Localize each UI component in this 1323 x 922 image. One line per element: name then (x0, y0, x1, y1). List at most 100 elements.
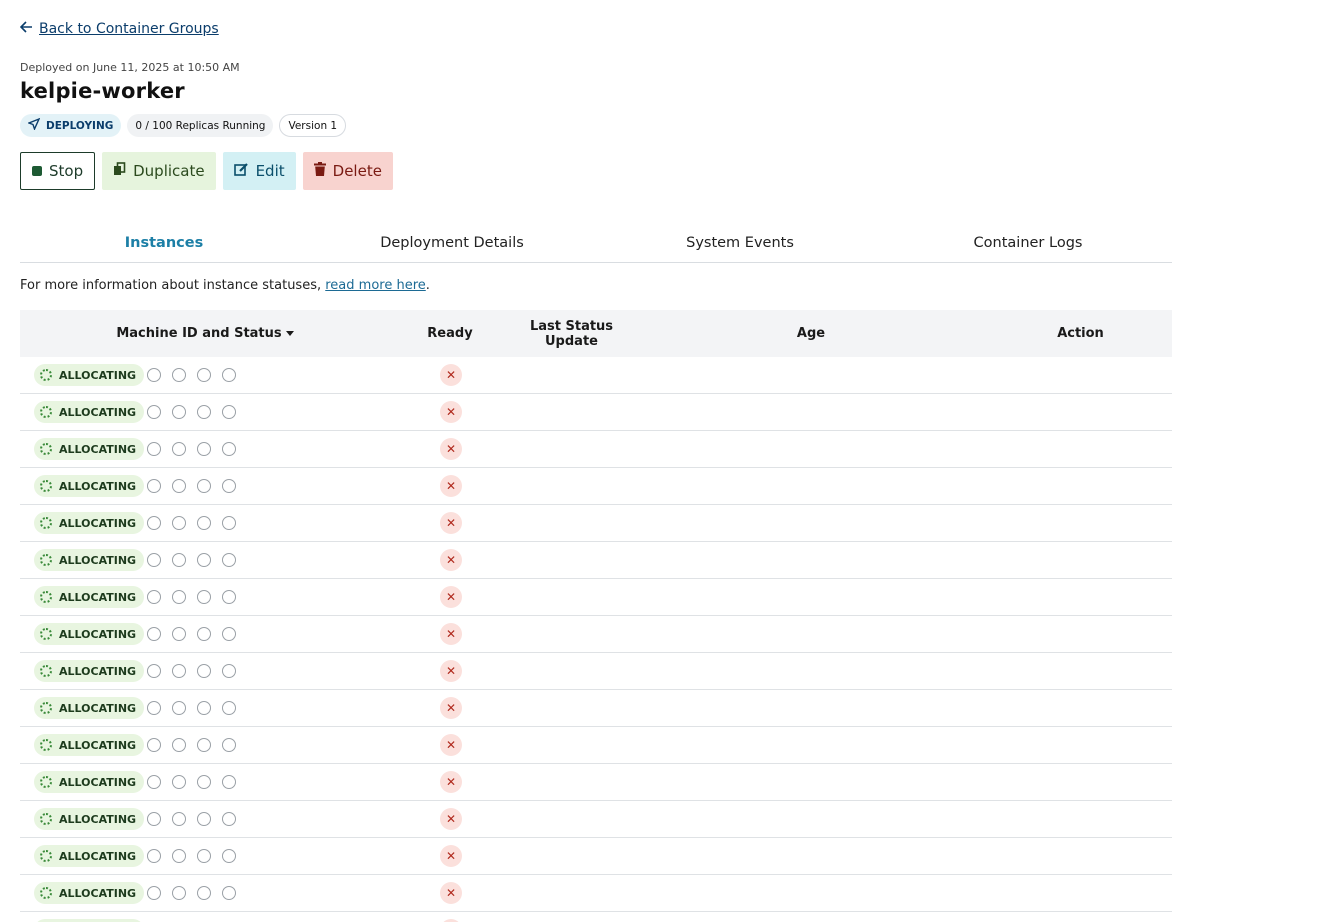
status-label: ALLOCATING (59, 886, 137, 900)
allocating-status-badge: ALLOCATING (34, 845, 145, 867)
deploying-icon (27, 117, 41, 133)
not-ready-x-icon: ✕ (440, 401, 462, 423)
progress-steps (147, 516, 236, 530)
allocating-status-badge: ALLOCATING (34, 660, 145, 682)
table-row: ALLOCATING ✕ (20, 431, 1172, 468)
progress-steps (147, 553, 236, 567)
allocating-status-badge: ALLOCATING (34, 512, 145, 534)
table-row: ALLOCATING ✕ (20, 801, 1172, 838)
column-header-machine-id-label: Machine ID and Status (116, 326, 282, 341)
table-row: ALLOCATING ✕ (20, 616, 1172, 653)
step-circle-icon (197, 405, 211, 419)
step-circle-icon (172, 553, 186, 567)
step-circle-icon (197, 886, 211, 900)
step-circle-icon (197, 442, 211, 456)
not-ready-x-icon: ✕ (440, 845, 462, 867)
status-badges: DEPLOYING 0 / 100 Replicas Running Versi… (20, 114, 347, 137)
step-circle-icon (172, 701, 186, 715)
not-ready-x-icon: ✕ (440, 549, 462, 571)
table-row: ALLOCATING ✕ (20, 505, 1172, 542)
status-label: ALLOCATING (59, 479, 137, 493)
tab-container-logs[interactable]: Container Logs (884, 224, 1172, 262)
progress-steps (147, 442, 236, 456)
step-circle-icon (172, 590, 186, 604)
tab-system-events[interactable]: System Events (596, 224, 884, 262)
step-circle-icon (147, 516, 161, 530)
duplicate-button[interactable]: Duplicate (102, 152, 216, 190)
loading-spinner-icon (40, 406, 52, 418)
allocating-status-badge: ALLOCATING (34, 808, 145, 830)
step-circle-icon (222, 886, 236, 900)
table-row: ALLOCATING ✕ (20, 727, 1172, 764)
table-row: ALLOCATING ✕ (20, 838, 1172, 875)
action-buttons: Stop Duplicate Edit Delete (20, 152, 393, 190)
duplicate-icon (113, 162, 126, 180)
loading-spinner-icon (40, 628, 52, 640)
progress-steps (147, 775, 236, 789)
tab-deployment-details[interactable]: Deployment Details (308, 224, 596, 262)
not-ready-x-icon: ✕ (440, 364, 462, 386)
step-circle-icon (222, 664, 236, 678)
step-circle-icon (147, 775, 161, 789)
loading-spinner-icon (40, 887, 52, 899)
loading-spinner-icon (40, 517, 52, 529)
step-circle-icon (147, 664, 161, 678)
step-circle-icon (172, 664, 186, 678)
stop-button[interactable]: Stop (20, 152, 96, 190)
table-row: ALLOCATING ✕ (20, 357, 1172, 394)
step-circle-icon (222, 368, 236, 382)
step-circle-icon (222, 405, 236, 419)
tab-instances[interactable]: Instances (20, 224, 308, 262)
read-more-link[interactable]: read more here (325, 278, 426, 293)
step-circle-icon (197, 664, 211, 678)
table-body: ALLOCATING ✕ ALLOCATING ✕ ALLOCATING ✕ ALLOCAT… (20, 357, 1172, 922)
loading-spinner-icon (40, 702, 52, 714)
loading-spinner-icon (40, 480, 52, 492)
step-circle-icon (197, 627, 211, 641)
step-circle-icon (147, 701, 161, 715)
status-label: ALLOCATING (59, 405, 137, 419)
step-circle-icon (197, 553, 211, 567)
not-ready-x-icon: ✕ (440, 623, 462, 645)
loading-spinner-icon (40, 443, 52, 455)
page-title: kelpie-worker (20, 79, 185, 103)
info-suffix: . (425, 278, 430, 293)
delete-button[interactable]: Delete (302, 152, 393, 190)
table-row: ALLOCATING ✕ (20, 653, 1172, 690)
column-header-age: Age (796, 326, 826, 341)
step-circle-icon (172, 479, 186, 493)
step-circle-icon (222, 553, 236, 567)
progress-steps (147, 664, 236, 678)
loading-spinner-icon (40, 554, 52, 566)
table-row: ALLOCATING ✕ (20, 579, 1172, 616)
not-ready-x-icon: ✕ (440, 771, 462, 793)
step-circle-icon (222, 849, 236, 863)
progress-steps (147, 812, 236, 826)
replicas-badge: 0 / 100 Replicas Running (127, 114, 274, 137)
back-to-container-groups-link[interactable]: Back to Container Groups (19, 21, 219, 37)
step-circle-icon (222, 479, 236, 493)
edit-button-label: Edit (255, 162, 285, 180)
step-circle-icon (172, 886, 186, 900)
step-circle-icon (222, 516, 236, 530)
step-circle-icon (147, 368, 161, 382)
status-label: ALLOCATING (59, 590, 137, 604)
table-row: ALLOCATING ✕ (20, 468, 1172, 505)
step-circle-icon (172, 812, 186, 826)
delete-button-label: Delete (332, 162, 382, 180)
step-circle-icon (222, 812, 236, 826)
progress-steps (147, 738, 236, 752)
loading-spinner-icon (40, 813, 52, 825)
allocating-status-badge: ALLOCATING (34, 475, 145, 497)
table-row: ALLOCATING ✕ (20, 875, 1172, 912)
not-ready-x-icon: ✕ (440, 512, 462, 534)
table-header: Machine ID and Status Ready Last Status … (20, 310, 1172, 357)
edit-button[interactable]: Edit (222, 152, 296, 190)
status-label: ALLOCATING (59, 775, 137, 789)
allocating-status-badge: ALLOCATING (34, 438, 145, 460)
step-circle-icon (197, 368, 211, 382)
step-circle-icon (222, 738, 236, 752)
column-header-machine-id[interactable]: Machine ID and Status (20, 326, 390, 341)
progress-steps (147, 627, 236, 641)
loading-spinner-icon (40, 739, 52, 751)
